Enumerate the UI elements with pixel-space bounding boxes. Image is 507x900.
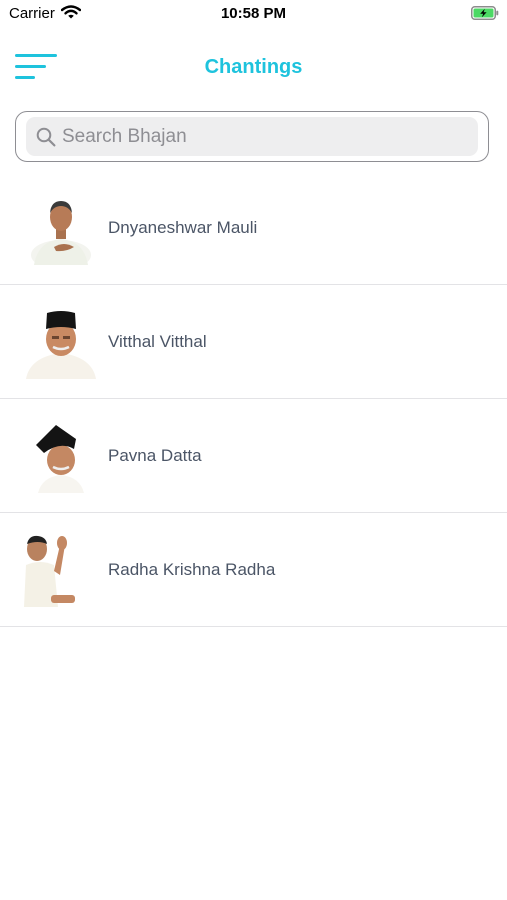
portrait-icon	[26, 311, 96, 379]
page-title: Chantings	[204, 56, 303, 78]
status-time: 10:58 PM	[220, 5, 287, 22]
navigation-bar: Chantings	[0, 36, 507, 96]
bhajan-title: Vitthal Vitthal	[108, 332, 207, 351]
search-input[interactable]	[62, 117, 470, 156]
portrait-icon	[24, 535, 75, 607]
bhajan-list: Dnyaneshwar Mauli Vitthal Vitthal Pavna …	[0, 171, 507, 627]
portrait-icon	[31, 201, 91, 265]
list-item[interactable]: Dnyaneshwar Mauli	[0, 171, 507, 285]
list-item[interactable]: Pavna Datta	[0, 399, 507, 513]
bhajan-title: Dnyaneshwar Mauli	[108, 218, 258, 237]
portrait-icon	[36, 425, 84, 493]
battery-charging-icon	[471, 6, 499, 20]
list-item[interactable]: Radha Krishna Radha	[0, 513, 507, 627]
status-bar: Carrier 10:58 PM	[0, 0, 507, 30]
list-item[interactable]: Vitthal Vitthal	[0, 285, 507, 399]
search-bar	[15, 111, 489, 162]
bhajan-title: Pavna Datta	[108, 446, 202, 465]
search-field	[26, 117, 478, 156]
bhajan-title: Radha Krishna Radha	[108, 560, 276, 579]
search-icon	[36, 127, 56, 147]
